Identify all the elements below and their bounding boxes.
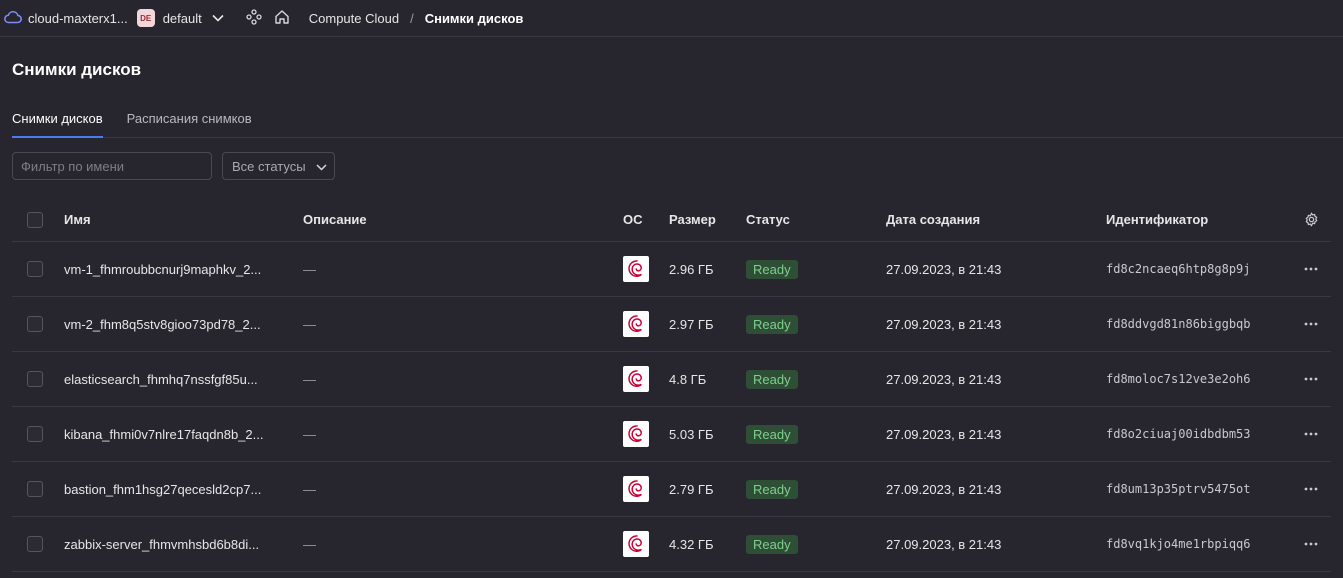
snapshot-size: 4.32 ГБ [669,516,746,572]
column-header-description: Описание [303,198,623,242]
snapshot-name[interactable]: kibana_fhmi0v7nlre17faqdn8b_2... [64,406,303,462]
snapshot-id[interactable]: fd8ddvgd81n86biggbqb [1106,296,1291,352]
status-badge: Ready [746,534,798,554]
home-icon[interactable] [274,9,290,28]
row-checkbox[interactable] [27,536,43,552]
status-badge: Ready [746,479,798,499]
more-horizontal-icon[interactable] [1291,542,1331,546]
debian-logo-icon [623,531,649,557]
breadcrumb-compute-cloud[interactable]: Compute Cloud [309,11,399,26]
snapshot-id[interactable]: fd8um13p35ptrv5475ot [1106,461,1291,517]
more-horizontal-icon[interactable] [1291,487,1331,491]
status-filter-select[interactable]: Все статусы [222,152,335,180]
status-filter-value: Все статусы [232,158,306,174]
gear-icon[interactable] [1291,212,1331,227]
status-badge: Ready [746,259,798,279]
status-badge: Ready [746,424,798,444]
snapshot-created: 27.09.2023, в 21:43 [886,516,1106,572]
row-checkbox[interactable] [27,426,43,442]
snapshot-id[interactable]: fd8c2ncaeq6htp8g8p9j [1106,241,1291,297]
snapshot-created: 27.09.2023, в 21:43 [886,461,1106,517]
folder-badge: DE [136,9,155,27]
table-header-row: Имя Описание ОС Размер Статус Дата созда… [12,198,1331,242]
more-horizontal-icon[interactable] [1291,432,1331,436]
snapshot-id[interactable]: fd8vq1kjo4me1rbpiqq6 [1106,516,1291,572]
snapshot-description: — [303,406,623,462]
cloud-icon [4,10,22,27]
column-header-os: ОС [623,198,669,242]
snapshot-size: 2.97 ГБ [669,296,746,352]
chevron-down-icon [316,159,327,174]
debian-logo-icon [623,421,649,447]
debian-logo-icon [623,311,649,337]
snapshot-id[interactable]: fd8moloc7s12ve3e2oh6 [1106,351,1291,407]
snapshot-description: — [303,241,623,297]
breadcrumb-current: Снимки дисков [424,10,524,26]
more-horizontal-icon[interactable] [1291,267,1331,271]
snapshot-description: — [303,296,623,352]
table-row[interactable]: vm-1_fhmroubbcnurj9maphkv_2... — 2.96 ГБ… [12,241,1331,297]
breadcrumb: Compute Cloud / Снимки дисков [309,11,524,26]
column-header-created[interactable]: Дата создания [886,198,1106,242]
tab-snapshot-schedules[interactable]: Расписания снимков [127,107,252,137]
snapshot-size: 5.03 ГБ [669,406,746,462]
breadcrumb-separator: / [410,10,414,26]
table-row[interactable]: kibana_fhmi0v7nlre17faqdn8b_2... — 5.03 … [12,406,1331,462]
tab-disk-snapshots[interactable]: Снимки дисков [12,107,103,138]
snapshot-size: 2.96 ГБ [669,241,746,297]
row-checkbox[interactable] [27,371,43,387]
row-checkbox[interactable] [27,481,43,497]
snapshot-id[interactable]: fd8o2ciuaj00idbdbm53 [1106,406,1291,462]
snapshots-table: Имя Описание ОС Размер Статус Дата созда… [12,198,1331,572]
page-title: Снимки дисков [12,60,142,79]
chevron-down-icon[interactable] [212,14,224,22]
snapshot-description: — [303,351,623,407]
debian-logo-icon [623,476,649,502]
snapshot-name[interactable]: bastion_fhm1hsg27qecesld2cp7... [64,461,303,517]
tabs: Снимки дисков Расписания снимков [12,107,1343,138]
snapshot-created: 27.09.2023, в 21:43 [886,296,1106,352]
column-header-id[interactable]: Идентификатор [1106,198,1291,242]
snapshot-description: — [303,516,623,572]
debian-logo-icon [623,256,649,282]
debian-logo-icon [623,366,649,392]
table-row[interactable]: vm-2_fhm8q5stv8gioo73pd78_2... — 2.97 ГБ… [12,296,1331,352]
snapshot-size: 4.8 ГБ [669,351,746,407]
cloud-name: cloud-maxterx1... [28,10,128,26]
row-checkbox[interactable] [27,316,43,332]
column-header-name[interactable]: Имя [64,198,303,242]
cloud-selector[interactable]: cloud-maxterx1... [4,10,128,27]
snapshot-name[interactable]: elasticsearch_fhmhq7nssfgf85u... [64,351,303,407]
status-badge: Ready [746,314,798,334]
top-bar: cloud-maxterx1... DE default Compute Clo… [0,0,1343,37]
snapshot-created: 27.09.2023, в 21:43 [886,351,1106,407]
snapshot-created: 27.09.2023, в 21:43 [886,241,1106,297]
status-badge: Ready [746,369,798,389]
snapshot-name[interactable]: zabbix-server_fhmvmhsbd6b8di... [64,516,303,572]
column-header-size[interactable]: Размер [669,198,746,242]
name-filter-input[interactable] [12,152,212,180]
filters: Все статусы [12,152,335,180]
folder-name[interactable]: default [163,11,202,26]
services-icon[interactable] [246,8,262,28]
table-row[interactable]: elasticsearch_fhmhq7nssfgf85u... — 4.8 Г… [12,351,1331,407]
column-header-status[interactable]: Статус [746,198,886,242]
snapshot-name[interactable]: vm-1_fhmroubbcnurj9maphkv_2... [64,241,303,297]
snapshot-name[interactable]: vm-2_fhm8q5stv8gioo73pd78_2... [64,296,303,352]
snapshot-size: 2.79 ГБ [669,461,746,517]
row-checkbox[interactable] [27,261,43,277]
table-row[interactable]: zabbix-server_fhmvmhsbd6b8di... — 4.32 Г… [12,516,1331,572]
snapshot-description: — [303,461,623,517]
more-horizontal-icon[interactable] [1291,377,1331,381]
more-horizontal-icon[interactable] [1291,322,1331,326]
table-row[interactable]: bastion_fhm1hsg27qecesld2cp7... — 2.79 Г… [12,461,1331,517]
select-all-checkbox[interactable] [27,211,43,228]
snapshot-created: 27.09.2023, в 21:43 [886,406,1106,462]
